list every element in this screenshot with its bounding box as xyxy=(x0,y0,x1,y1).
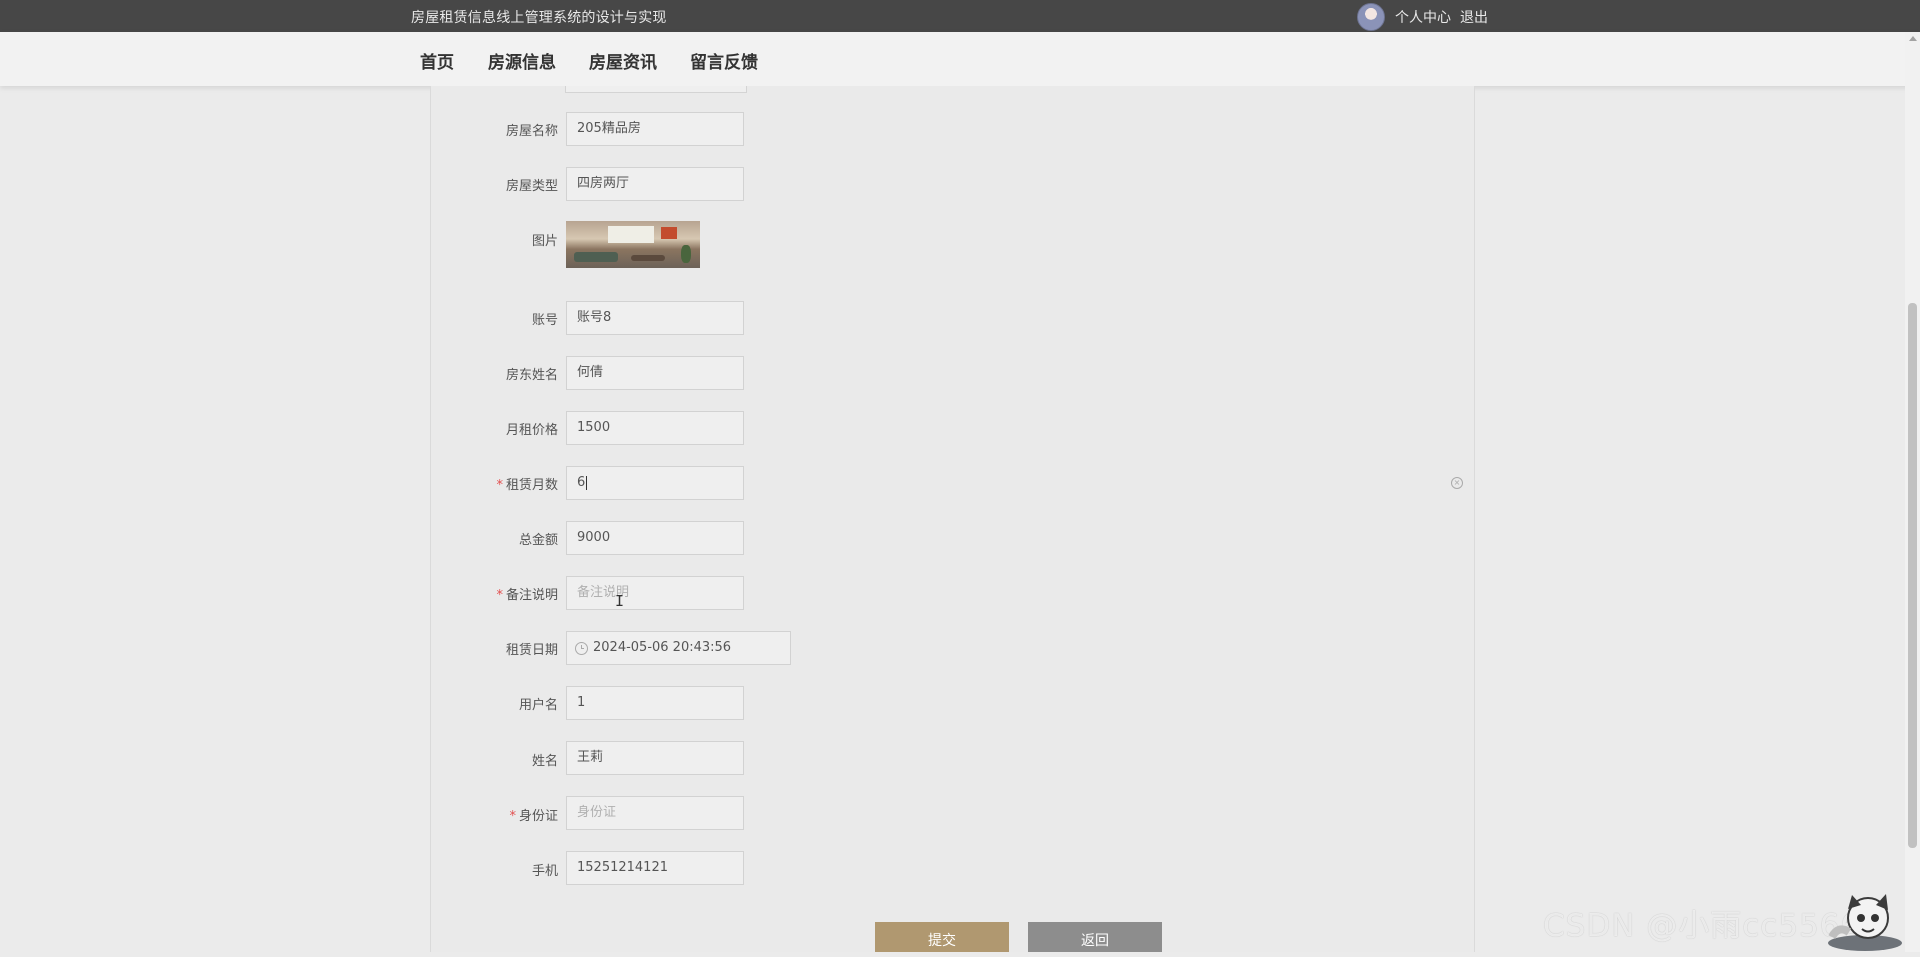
photo-window xyxy=(608,226,654,243)
site-title: 房屋租赁信息线上管理系统的设计与实现 xyxy=(411,10,667,26)
photo-table xyxy=(631,255,665,261)
total-amount-input[interactable]: 9000 xyxy=(566,521,744,555)
nav-item-feedback[interactable]: 留言反馈 xyxy=(690,48,758,73)
scrollbar-thumb[interactable] xyxy=(1908,303,1917,848)
submit-button[interactable]: 提交 xyxy=(875,922,1009,952)
remarks-label-text: 备注说明 xyxy=(505,588,558,603)
nav-item-news[interactable]: 房屋资讯 xyxy=(589,48,657,73)
name-label: 姓名 xyxy=(531,754,558,769)
logout-link[interactable]: 退出 xyxy=(1460,7,1488,27)
id-card-label: * 身份证 xyxy=(428,805,558,824)
phone-label: 手机 xyxy=(531,864,558,879)
image-label: 图片 xyxy=(531,234,558,249)
back-button[interactable]: 返回 xyxy=(1028,922,1162,952)
landlord-name-label: 房东姓名 xyxy=(505,368,558,383)
id-card-input[interactable]: 身份证 xyxy=(566,796,744,830)
house-photo[interactable] xyxy=(566,221,700,268)
house-type-input[interactable]: 四房两厅 xyxy=(566,167,744,201)
required-mark: * xyxy=(496,478,503,493)
remarks-input[interactable]: 备注说明 xyxy=(566,576,744,610)
monthly-rent-input[interactable]: 1500 xyxy=(566,411,744,445)
photo-sofa xyxy=(574,252,618,262)
clock-icon xyxy=(575,642,588,655)
rent-date-picker[interactable]: 2024-05-06 20:43:56 xyxy=(566,631,791,665)
photo-art xyxy=(661,227,677,239)
text-caret xyxy=(586,475,588,490)
required-mark: * xyxy=(509,809,516,824)
scroll-up-icon[interactable] xyxy=(1909,36,1917,41)
mascot-icon xyxy=(1828,894,1902,951)
nav-item-home[interactable]: 首页 xyxy=(420,48,454,73)
monthly-rent-label: 月租价格 xyxy=(505,423,558,438)
name-input[interactable]: 王莉 xyxy=(566,741,744,775)
id-card-label-text: 身份证 xyxy=(518,809,558,824)
rent-date-value: 2024-05-06 20:43:56 xyxy=(593,640,732,655)
total-amount-label: 总金额 xyxy=(518,533,558,548)
phone-input[interactable]: 15251214121 xyxy=(566,851,744,885)
avatar[interactable] xyxy=(1357,3,1385,31)
remarks-label: * 备注说明 xyxy=(428,584,558,603)
top-bar: 房屋租赁信息线上管理系统的设计与实现 个人中心 退出 xyxy=(0,0,1920,32)
landlord-name-input[interactable]: 何倩 xyxy=(566,356,744,390)
rent-months-label-text: 租赁月数 xyxy=(505,478,558,493)
user-center-link[interactable]: 个人中心 xyxy=(1395,7,1451,27)
clear-icon[interactable]: × xyxy=(1451,477,1463,489)
house-name-label: 房屋名称 xyxy=(505,124,558,139)
account-label: 账号 xyxy=(531,313,558,328)
main-nav: 首页 房源信息 房屋资讯 留言反馈 xyxy=(0,32,1920,86)
rent-months-label: * 租赁月数 xyxy=(428,474,558,493)
username-label: 用户名 xyxy=(518,698,558,713)
rent-months-input[interactable]: 6 xyxy=(566,466,744,500)
nav-item-listings[interactable]: 房源信息 xyxy=(488,48,556,73)
clipped-input[interactable] xyxy=(565,86,747,93)
photo-plant xyxy=(681,245,691,263)
house-type-label: 房屋类型 xyxy=(505,179,558,194)
page-scrollbar[interactable] xyxy=(1905,32,1920,952)
account-input[interactable]: 账号8 xyxy=(566,301,744,335)
text-cursor-icon: I xyxy=(615,592,625,610)
house-name-input[interactable]: 205精品房 xyxy=(566,112,744,146)
rent-months-value: 6 xyxy=(577,475,586,490)
required-mark: * xyxy=(496,588,503,603)
username-input[interactable]: 1 xyxy=(566,686,744,720)
rent-date-label: 租赁日期 xyxy=(505,643,558,658)
csdn-watermark: CSDN @小雨cc5566 xyxy=(1543,908,1862,944)
